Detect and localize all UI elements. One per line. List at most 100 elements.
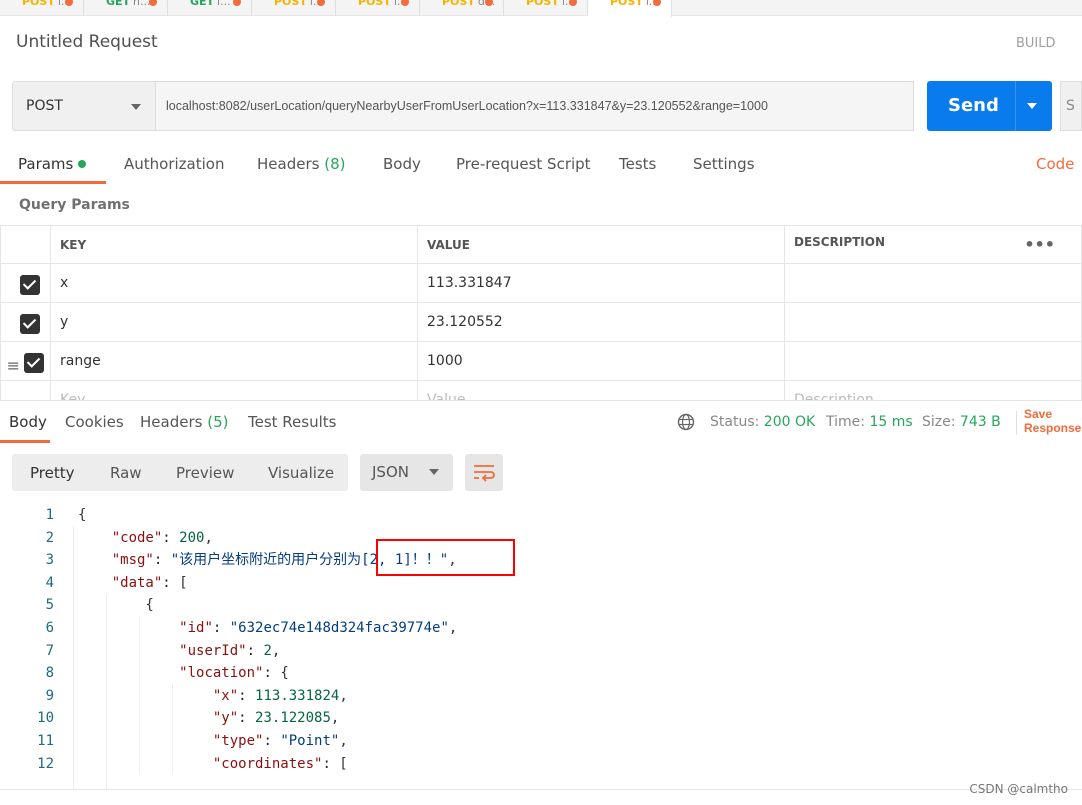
param-description[interactable] <box>784 263 1082 303</box>
response-body-code[interactable]: 1{2 "code": 200, 3 "msg": "该用户坐标附近的用户分别为[… <box>0 504 1082 797</box>
tab-method: POST <box>610 0 643 8</box>
line-number: 3 <box>45 552 54 569</box>
tab-response-headers[interactable]: Headers (5) <box>140 413 228 431</box>
tab-tests[interactable]: Tests <box>619 155 656 173</box>
request-title[interactable]: Untitled Request <box>16 32 158 52</box>
save-response-button[interactable]: Save Response <box>1024 407 1081 435</box>
url-input[interactable]: localhost:8082/userLocation/queryNearbyU… <box>155 81 914 131</box>
unsaved-dot-icon <box>317 0 325 6</box>
code-text: "id": "632ec74e148d324fac39774e", <box>179 619 458 636</box>
tab-raw[interactable]: Raw <box>110 464 142 482</box>
drag-handle-icon[interactable]: ≡ <box>7 356 20 375</box>
request-tab[interactable]: GET n... <box>84 0 168 16</box>
code-text: "code": 200, <box>111 529 213 546</box>
param-value[interactable]: 1000 <box>417 341 785 381</box>
line-number: 8 <box>45 665 54 682</box>
view-mode-tabs: Pretty Raw Preview Visualize <box>12 454 348 491</box>
query-params-heading: Query Params <box>19 197 130 213</box>
param-key[interactable]: range <box>50 341 418 381</box>
more-icon[interactable]: ••• <box>1024 235 1055 254</box>
tab-preview[interactable]: Preview <box>176 464 234 482</box>
request-tab[interactable]: POSTi... <box>0 0 84 16</box>
param-description[interactable] <box>784 302 1082 342</box>
tab-headers[interactable]: Headers (8) <box>257 155 345 173</box>
tab-pretty[interactable]: Pretty <box>30 464 75 482</box>
tab-body[interactable]: Body <box>383 155 421 173</box>
col-description: DESCRIPTION ••• <box>784 225 1082 264</box>
tab-response-body[interactable]: Body <box>9 413 47 431</box>
request-tab[interactable]: GET i... <box>168 0 252 16</box>
line-number: 11 <box>37 732 54 749</box>
tab-pre-request-script[interactable]: Pre-request Script <box>456 155 591 173</box>
line-number: 12 <box>37 755 54 772</box>
table-row: ≡ range 1000 <box>0 341 1082 381</box>
tab-settings[interactable]: Settings <box>693 155 755 173</box>
unsaved-dot-icon <box>401 0 409 6</box>
tab-cookies[interactable]: Cookies <box>65 413 124 431</box>
request-tab[interactable]: POSTi... <box>588 0 672 17</box>
request-tab[interactable]: POSTi... <box>336 0 420 16</box>
code-text: "userId": 2, <box>179 642 281 659</box>
code-line: 12 "coordinates": [ <box>0 753 1082 776</box>
line-number: 1 <box>45 507 54 523</box>
tab-method: POST <box>274 0 307 8</box>
code-text: "x": 113.331824, <box>212 687 348 704</box>
param-value[interactable]: 113.331847 <box>417 263 785 303</box>
code-text: { <box>78 507 87 523</box>
table-row: x 113.331847 <box>0 263 1082 303</box>
code-link[interactable]: Code <box>1036 155 1074 173</box>
row-checkbox[interactable] <box>20 314 40 334</box>
row-checkbox[interactable] <box>24 353 45 373</box>
status-dot-icon <box>78 160 87 168</box>
tab-method: GET <box>106 0 131 8</box>
tab-method: POST <box>358 0 391 8</box>
code-line: 8 "location": { <box>0 662 1082 685</box>
request-tab[interactable]: POSTd... <box>420 0 504 16</box>
param-description[interactable] <box>784 341 1082 381</box>
request-tab[interactable]: POSTi... <box>252 0 336 16</box>
code-text: "location": { <box>179 665 289 682</box>
line-number: 10 <box>37 710 54 727</box>
build-mode[interactable]: BUILD <box>1016 36 1056 51</box>
send-button[interactable]: Send <box>927 81 1052 131</box>
status-readout: Status: 200 OK <box>710 414 816 430</box>
tab-label: i... <box>217 0 231 8</box>
response-header: Body Cookies Headers (5) Test Results St… <box>0 400 1082 443</box>
col-value: VALUE <box>417 225 785 264</box>
line-number: 7 <box>45 642 54 659</box>
param-key[interactable]: x <box>50 263 418 303</box>
code-line: 9 "x": 113.331824, <box>0 685 1082 708</box>
unsaved-dot-icon <box>233 0 241 6</box>
tab-method: POST <box>22 0 55 8</box>
request-tab[interactable]: POSTi... <box>504 0 588 16</box>
code-line: 2 "code": 200, <box>0 527 1082 550</box>
tab-authorization[interactable]: Authorization <box>124 155 224 173</box>
code-text: "y": 23.122085, <box>212 710 340 727</box>
unsaved-dot-icon <box>653 0 661 6</box>
chevron-down-icon <box>131 104 141 115</box>
chevron-down-icon[interactable] <box>1027 103 1037 114</box>
code-line: 6 "id": "632ec74e148d324fac39774e", <box>0 617 1082 640</box>
active-tab-indicator <box>0 440 50 443</box>
line-number: 4 <box>45 574 54 591</box>
globe-icon[interactable] <box>677 413 695 431</box>
tab-method: GET <box>190 0 215 8</box>
wrap-lines-button[interactable] <box>465 454 503 491</box>
row-checkbox[interactable] <box>20 275 40 295</box>
tab-visualize[interactable]: Visualize <box>268 464 334 482</box>
code-line: 7 "userId": 2, <box>0 640 1082 663</box>
tab-test-results[interactable]: Test Results <box>248 413 336 431</box>
param-key[interactable]: y <box>50 302 418 342</box>
tab-label: n... <box>133 0 151 8</box>
code-text: "data": [ <box>111 574 188 591</box>
save-button[interactable]: S <box>1060 81 1082 131</box>
params-table: KEY VALUE DESCRIPTION ••• x 113.331847 y 23.1… <box>0 225 1082 420</box>
code-line: 1{ <box>0 504 1082 527</box>
method-select[interactable]: POST <box>12 81 156 131</box>
watermark: CSDN @calmtho <box>969 782 1068 796</box>
code-line: 10 "y": 23.122085, <box>0 707 1082 730</box>
format-select[interactable]: JSON <box>360 454 453 491</box>
tab-params[interactable]: Params <box>18 155 87 173</box>
param-value[interactable]: 23.120552 <box>417 302 785 342</box>
code-text: "msg": "该用户坐标附近的用户分别为[2, 1]！！", <box>111 552 457 569</box>
